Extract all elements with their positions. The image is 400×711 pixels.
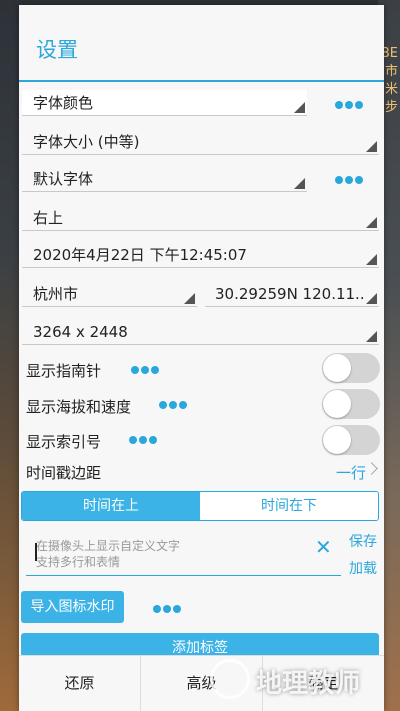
dropdown-triangle-icon [294, 102, 305, 113]
save-text-link[interactable]: 保存 [349, 531, 377, 551]
altitude-speed-label: 显示海拔和速度 [26, 398, 132, 416]
advanced-button[interactable]: 高级 [141, 656, 263, 711]
dropdown-triangle-icon [184, 293, 195, 304]
resolution-label: 3264 x 2448 [33, 323, 128, 341]
clear-text-icon[interactable]: ✕ [315, 535, 332, 559]
compass-more-icon[interactable] [131, 363, 161, 377]
dropdown-triangle-icon [366, 254, 377, 265]
font-face-more-icon[interactable] [335, 173, 365, 187]
dropdown-triangle-icon [366, 331, 377, 342]
index-number-label: 显示索引号 [26, 433, 102, 451]
text-cursor [35, 543, 37, 561]
font-face-spinner[interactable]: 默认字体 [22, 166, 307, 192]
time-margin-label: 时间戳边距 [26, 464, 102, 482]
compass-toggle[interactable] [322, 353, 380, 383]
load-text-link[interactable]: 加载 [349, 558, 377, 578]
toggle-knob [323, 426, 351, 454]
font-color-label: 字体颜色 [33, 94, 94, 112]
custom-text-placeholder-line2: 支持多行和表情 [36, 555, 121, 569]
import-logo-button[interactable]: 导入图标水印 [21, 591, 124, 623]
compass-label: 显示指南针 [26, 362, 102, 380]
background-text: 米 [384, 82, 398, 97]
background-text: 步 [384, 100, 398, 115]
time-position-segmented-control: 时间在上 时间在下 [21, 491, 379, 521]
time-margin-value[interactable]: 一行 [336, 462, 366, 483]
city-spinner[interactable]: 杭州市 [22, 281, 197, 307]
index-number-toggle[interactable] [322, 425, 380, 455]
dropdown-triangle-icon [366, 141, 377, 152]
import-logo-more-icon[interactable] [153, 602, 183, 616]
dropdown-triangle-icon [294, 178, 305, 189]
altitude-speed-toggle[interactable] [322, 389, 380, 419]
font-color-spinner[interactable]: 字体颜色 [22, 90, 307, 116]
font-color-more-icon[interactable] [335, 98, 365, 112]
toggle-knob [323, 390, 351, 418]
position-spinner[interactable]: 右上 [22, 205, 379, 231]
font-size-label: 字体大小 (中等) [33, 133, 140, 151]
dialog-button-bar: 还原 高级 确定 [19, 655, 384, 711]
position-label: 右上 [33, 209, 64, 227]
city-label: 杭州市 [33, 285, 79, 303]
dialog-title: 设置 [36, 38, 78, 62]
resolution-spinner[interactable]: 3264 x 2448 [22, 319, 379, 345]
reset-button[interactable]: 还原 [19, 656, 141, 711]
custom-text-input[interactable]: 在摄像头上显示自定义文字 支持多行和表情 [26, 533, 341, 576]
index-number-more-icon[interactable] [129, 433, 159, 447]
background-text: 市 [384, 64, 398, 79]
toggle-knob [323, 354, 351, 382]
ok-button[interactable]: 确定 [263, 656, 384, 711]
segment-time-top[interactable]: 时间在上 [22, 492, 200, 520]
datetime-spinner[interactable]: 2020年4月22日 下午12:45:07 [22, 242, 379, 268]
font-size-spinner[interactable]: 字体大小 (中等) [22, 129, 379, 155]
datetime-label: 2020年4月22日 下午12:45:07 [33, 246, 247, 264]
chevron-right-icon [365, 462, 378, 475]
dropdown-triangle-icon [366, 293, 377, 304]
dropdown-triangle-icon [366, 217, 377, 228]
title-divider [19, 80, 384, 82]
coords-label: 30.29259N 120.11.. [215, 285, 365, 303]
settings-dialog: 设置 字体颜色 字体大小 (中等) 默认字体 右上 2020年4月22日 下午1… [19, 5, 384, 711]
altitude-speed-more-icon[interactable] [159, 398, 189, 412]
font-face-label: 默认字体 [33, 170, 94, 188]
custom-text-placeholder-line1: 在摄像头上显示自定义文字 [36, 539, 181, 553]
add-tag-button[interactable]: 添加标签 [21, 633, 379, 657]
coords-spinner[interactable]: 30.29259N 120.11.. [205, 281, 379, 307]
segment-time-bottom[interactable]: 时间在下 [200, 492, 378, 520]
